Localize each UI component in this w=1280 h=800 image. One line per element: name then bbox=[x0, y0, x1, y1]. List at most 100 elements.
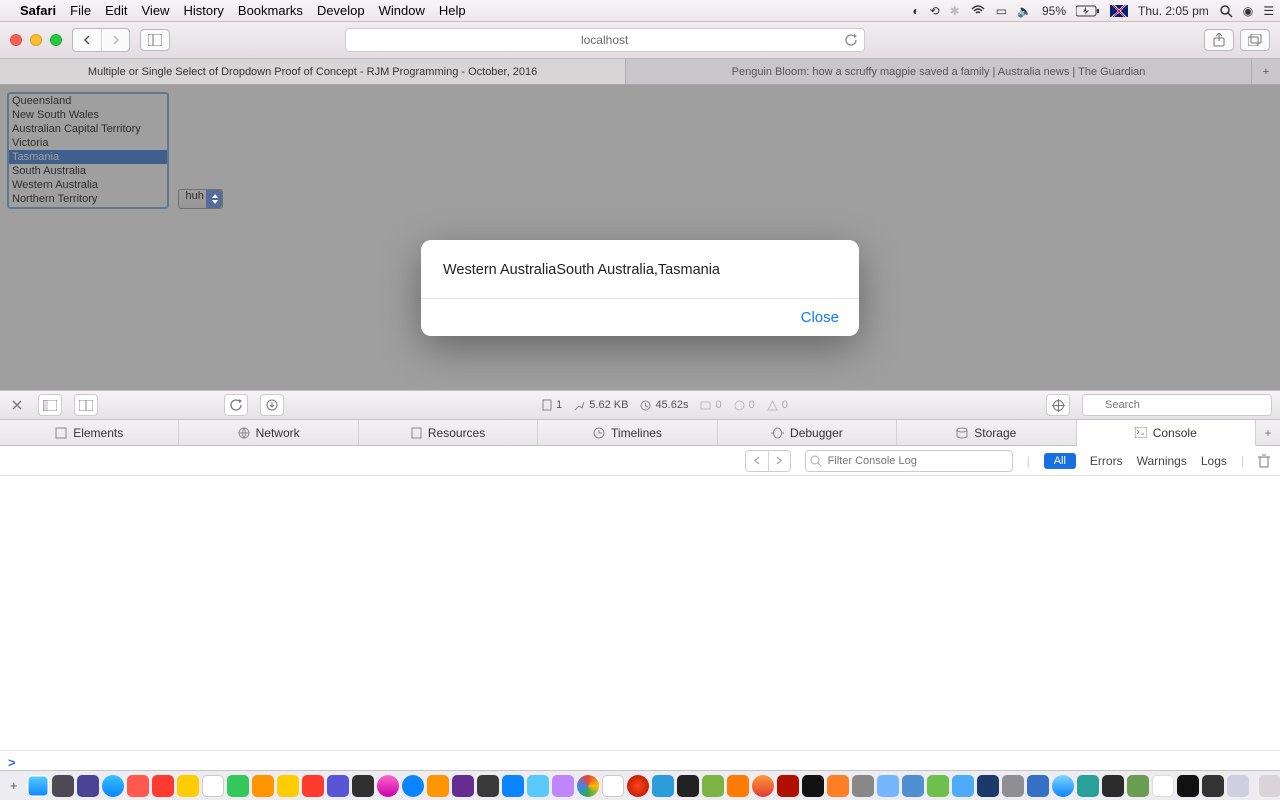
dock-app-terminal[interactable] bbox=[1177, 775, 1199, 797]
devtools-tab-console[interactable]: Console bbox=[1077, 420, 1256, 446]
menu-help[interactable]: Help bbox=[439, 3, 466, 18]
address-bar[interactable]: localhost bbox=[345, 28, 865, 52]
devtools-tab-timelines[interactable]: Timelines bbox=[538, 420, 717, 445]
devtools-tab-network[interactable]: Network bbox=[179, 420, 358, 445]
dock-app[interactable] bbox=[802, 775, 824, 797]
user-icon[interactable]: ◉ bbox=[1243, 4, 1253, 18]
dock-app-chrome[interactable] bbox=[577, 775, 599, 797]
zoom-window-button[interactable] bbox=[50, 34, 62, 46]
menu-history[interactable]: History bbox=[183, 3, 223, 18]
dock-app[interactable] bbox=[552, 775, 574, 797]
dock-app[interactable] bbox=[1227, 775, 1249, 797]
menu-app[interactable]: Safari bbox=[20, 3, 56, 18]
reload-button[interactable] bbox=[224, 394, 248, 416]
clock[interactable]: Thu. 2:05 pm bbox=[1138, 4, 1209, 18]
dock-stack[interactable] bbox=[1259, 775, 1280, 797]
reload-icon[interactable] bbox=[845, 34, 858, 47]
menu-bookmarks[interactable]: Bookmarks bbox=[238, 3, 303, 18]
dock-app[interactable] bbox=[302, 775, 324, 797]
dock-app[interactable] bbox=[452, 775, 474, 797]
devtools-add-tab[interactable]: + bbox=[1256, 420, 1280, 445]
console-level-all[interactable]: All bbox=[1044, 453, 1076, 469]
status-icon[interactable]: ⟲ bbox=[930, 4, 940, 18]
console-filter-input[interactable] bbox=[805, 450, 1013, 472]
dock-app[interactable] bbox=[602, 775, 624, 797]
dock-app[interactable] bbox=[352, 775, 374, 797]
bluetooth-icon[interactable]: ✱ bbox=[950, 4, 960, 18]
dock-app[interactable] bbox=[1027, 775, 1049, 797]
console-level-errors[interactable]: Errors bbox=[1090, 454, 1123, 468]
dock-app[interactable] bbox=[477, 775, 499, 797]
dock-app[interactable] bbox=[1102, 775, 1124, 797]
volume-icon[interactable]: 🔈 bbox=[1017, 4, 1032, 18]
devtools-close-button[interactable] bbox=[8, 400, 26, 410]
devtools-tab-debugger[interactable]: Debugger bbox=[718, 420, 897, 445]
dock-app-safari[interactable] bbox=[102, 775, 124, 797]
download-button[interactable] bbox=[260, 394, 284, 416]
dock-app[interactable] bbox=[127, 775, 149, 797]
devtools-tab-elements[interactable]: Elements bbox=[0, 420, 179, 445]
minimize-window-button[interactable] bbox=[30, 34, 42, 46]
menu-edit[interactable]: Edit bbox=[105, 3, 127, 18]
sidebar-button[interactable] bbox=[140, 29, 170, 51]
battery-icon[interactable] bbox=[1076, 5, 1100, 17]
dock-app[interactable] bbox=[227, 775, 249, 797]
devtools-tab-resources[interactable]: Resources bbox=[359, 420, 538, 445]
alert-close-button[interactable]: Close bbox=[801, 309, 839, 326]
console-next-button[interactable] bbox=[768, 451, 790, 471]
dock-app[interactable] bbox=[527, 775, 549, 797]
menu-window[interactable]: Window bbox=[379, 3, 425, 18]
dock-app-itunes[interactable] bbox=[377, 775, 399, 797]
clear-console-button[interactable] bbox=[1258, 454, 1270, 468]
dock-app[interactable] bbox=[202, 775, 224, 797]
display-icon[interactable]: ▭ bbox=[996, 4, 1007, 18]
console-level-warnings[interactable]: Warnings bbox=[1137, 454, 1187, 468]
tab-inactive[interactable]: Penguin Bloom: how a scruffy magpie save… bbox=[626, 59, 1252, 84]
flag-au-icon[interactable] bbox=[1110, 5, 1128, 17]
dock-app[interactable] bbox=[52, 775, 74, 797]
menu-file[interactable]: File bbox=[70, 3, 91, 18]
list-icon[interactable]: ☰ bbox=[1263, 4, 1274, 18]
back-button[interactable] bbox=[73, 29, 101, 51]
dock-app[interactable] bbox=[902, 775, 924, 797]
tab-active[interactable]: Multiple or Single Select of Dropdown Pr… bbox=[0, 59, 626, 84]
dock-app[interactable] bbox=[1002, 775, 1024, 797]
dock-app[interactable] bbox=[177, 775, 199, 797]
wifi-icon[interactable] bbox=[970, 5, 986, 17]
dock-app[interactable] bbox=[927, 775, 949, 797]
menu-develop[interactable]: Develop bbox=[317, 3, 365, 18]
dock-app[interactable] bbox=[427, 775, 449, 797]
console-input[interactable] bbox=[16, 756, 1272, 770]
dock-side-button[interactable] bbox=[38, 394, 62, 416]
dock-app[interactable] bbox=[152, 775, 174, 797]
dock-bottom-button[interactable] bbox=[74, 394, 98, 416]
dock-app[interactable] bbox=[77, 775, 99, 797]
dock-app-vlc[interactable] bbox=[827, 775, 849, 797]
new-tab-button[interactable]: + bbox=[1252, 59, 1280, 84]
dock-app[interactable] bbox=[1077, 775, 1099, 797]
dock-app-virtualbox[interactable] bbox=[977, 775, 999, 797]
dock-app[interactable] bbox=[327, 775, 349, 797]
dock-add-button[interactable]: + bbox=[10, 778, 18, 793]
dock-app[interactable] bbox=[627, 775, 649, 797]
menu-view[interactable]: View bbox=[142, 3, 170, 18]
dock-app[interactable] bbox=[252, 775, 274, 797]
dock-app-finder[interactable] bbox=[27, 775, 49, 797]
devtools-tab-storage[interactable]: Storage bbox=[897, 420, 1076, 445]
dock-app[interactable] bbox=[702, 775, 724, 797]
dock-app[interactable] bbox=[652, 775, 674, 797]
dock-app[interactable] bbox=[877, 775, 899, 797]
console-prev-button[interactable] bbox=[746, 451, 768, 471]
dock-app[interactable] bbox=[1127, 775, 1149, 797]
close-window-button[interactable] bbox=[10, 34, 22, 46]
dock-app[interactable] bbox=[677, 775, 699, 797]
dock-app-appstore[interactable] bbox=[402, 775, 424, 797]
dock-app-firefox[interactable] bbox=[752, 775, 774, 797]
element-picker-button[interactable] bbox=[1046, 394, 1070, 416]
spotlight-icon[interactable] bbox=[1219, 4, 1233, 18]
dock-app[interactable] bbox=[502, 775, 524, 797]
dock-app[interactable] bbox=[1052, 775, 1074, 797]
dock-app[interactable] bbox=[1202, 775, 1224, 797]
dock-app[interactable] bbox=[852, 775, 874, 797]
console-level-logs[interactable]: Logs bbox=[1201, 454, 1227, 468]
